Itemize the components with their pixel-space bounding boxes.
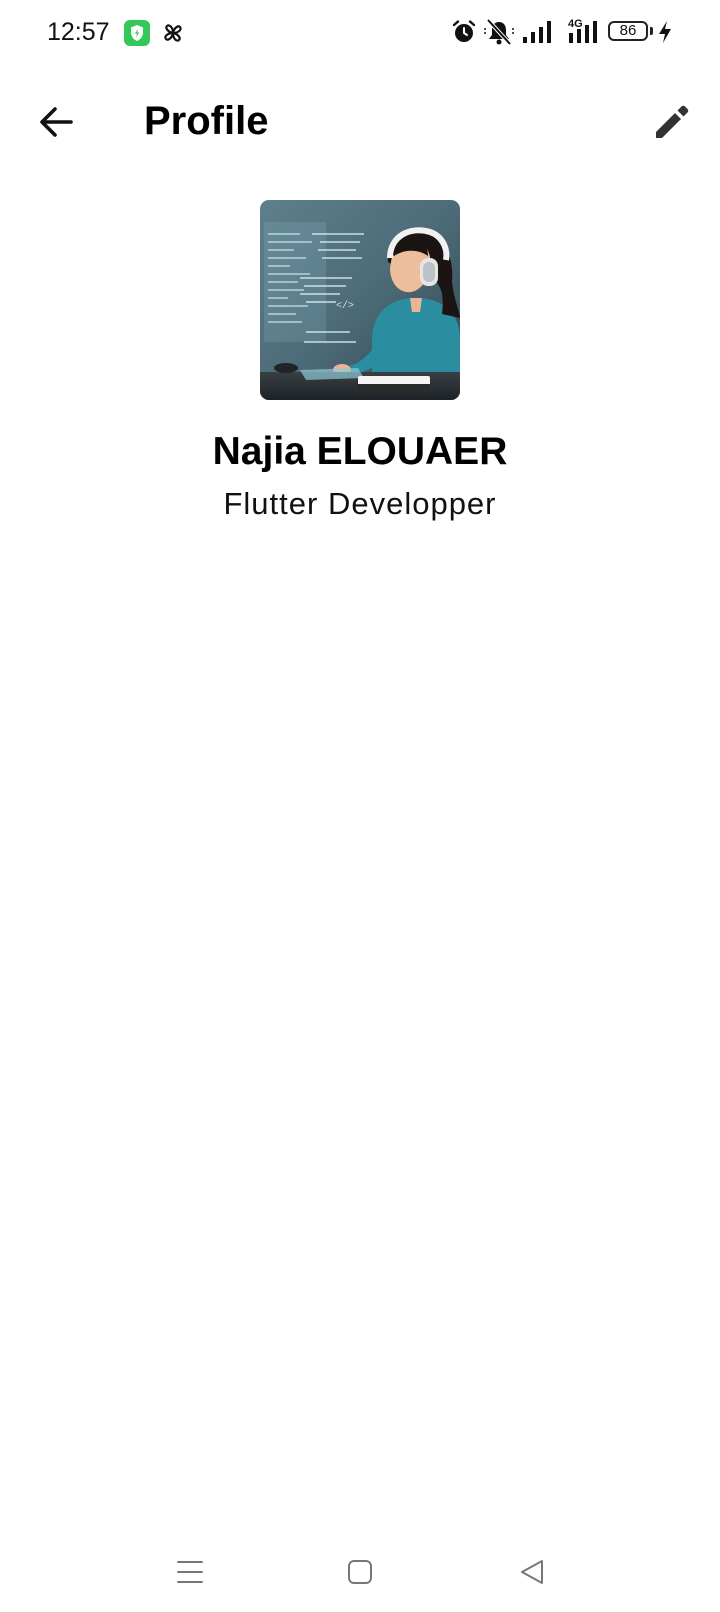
back-button[interactable]: [30, 96, 82, 148]
arrow-left-icon: [40, 107, 73, 137]
nav-menu-button[interactable]: [168, 1550, 212, 1594]
app-bar: Profile: [0, 80, 720, 160]
charging-icon: [659, 21, 671, 43]
nav-home-button[interactable]: [338, 1550, 382, 1594]
signal-4g-icon: [569, 21, 597, 43]
status-bar: 12:57 4G 86: [0, 0, 720, 66]
pencil-icon: [656, 105, 689, 138]
profile-photo: </>: [260, 200, 460, 400]
pinwheel-app-icon: [164, 24, 182, 42]
system-nav-bar: [0, 1540, 720, 1600]
profile-name: Najia ELOUAER: [212, 430, 508, 473]
shield-app-icon: [124, 20, 150, 46]
page-title: Profile: [144, 99, 269, 143]
profile-avatar: </>: [260, 200, 460, 400]
signal-icon: [523, 21, 551, 43]
nav-back-button[interactable]: [510, 1550, 554, 1594]
status-time: 12:57: [47, 18, 110, 46]
svg-text:</>: </>: [336, 300, 354, 312]
bell-muted-icon: [484, 18, 514, 46]
home-square-icon: [348, 1560, 372, 1584]
battery-nub: [650, 27, 653, 35]
back-triangle-icon: [521, 1560, 543, 1584]
edit-button[interactable]: [646, 96, 698, 148]
menu-icon: [177, 1561, 203, 1583]
alarm-icon: [452, 20, 476, 42]
battery-level: 86: [619, 22, 637, 39]
profile-role: Flutter Developper: [223, 486, 497, 521]
